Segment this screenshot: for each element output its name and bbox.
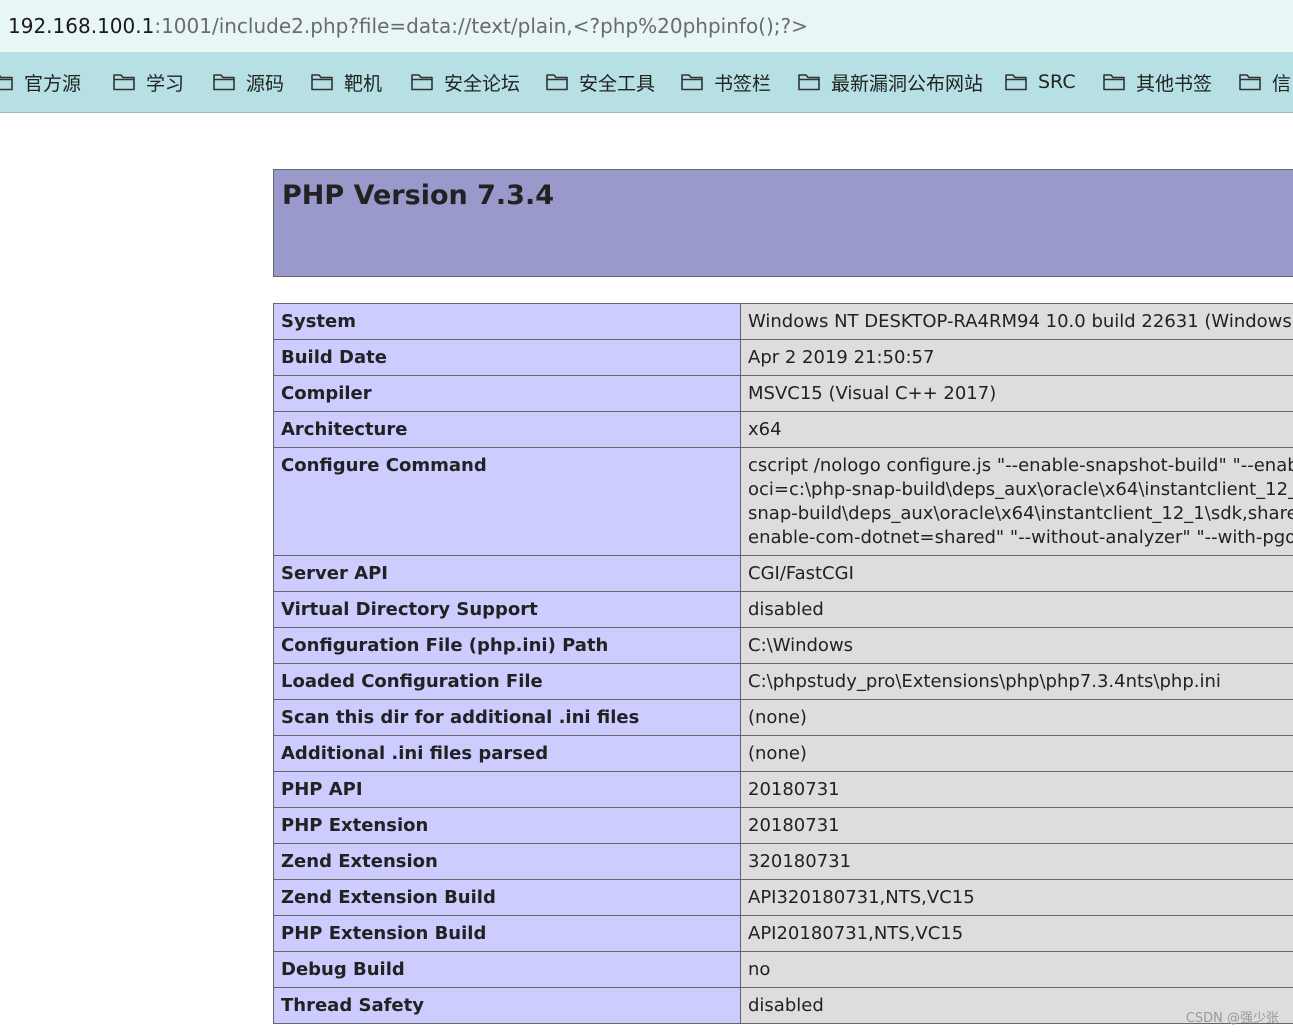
row-key: PHP Extension — [273, 807, 741, 844]
row-value-line: snap-build\deps_aux\oracle\x64\instantcl… — [748, 503, 1293, 524]
table-row: PHP API 20180731 — [273, 771, 1293, 808]
address-bar[interactable]: 192.168.100.1:1001/include2.php?file=dat… — [0, 0, 1293, 52]
bookmark-item[interactable]: 其他书签 — [1102, 52, 1212, 112]
row-key: Zend Extension Build — [273, 879, 741, 916]
folder-icon — [798, 74, 820, 91]
row-value: Windows NT DESKTOP-RA4RM94 10.0 build 22… — [740, 303, 1293, 340]
folder-icon — [681, 74, 703, 91]
folder-icon — [213, 74, 235, 91]
bookmark-item[interactable]: 官方源 — [0, 52, 81, 112]
bookmark-label: 安全工具 — [579, 72, 656, 95]
address-path: :1001/include2.php?file=data://text/plai… — [154, 14, 808, 38]
row-key: Thread Safety — [273, 987, 741, 1024]
phpinfo-header-container: PHP Version 7.3.4 — [273, 169, 1293, 277]
row-value: API20180731,NTS,VC15 — [740, 915, 1293, 952]
bookmark-label: 书签栏 — [714, 72, 772, 95]
row-value: C:\phpstudy_pro\Extensions\php\php7.3.4n… — [740, 663, 1293, 700]
row-key: Debug Build — [273, 951, 741, 988]
table-row: Virtual Directory Support disabled — [273, 591, 1293, 628]
row-key: Configure Command — [273, 447, 741, 556]
row-value: API320180731,NTS,VC15 — [740, 879, 1293, 916]
row-key: System — [273, 303, 741, 340]
bookmark-label: 源码 — [246, 72, 285, 95]
table-row: Scan this dir for additional .ini files(… — [273, 699, 1293, 736]
folder-icon — [546, 74, 568, 91]
bookmark-item[interactable]: SRC — [1004, 52, 1076, 112]
bookmark-label: 最新漏洞公布网站 — [831, 72, 984, 95]
bookmark-label: 学习 — [146, 72, 185, 95]
row-value: C:\Windows — [740, 627, 1293, 664]
table-row: System Windows NT DESKTOP-RA4RM94 10.0 bu… — [273, 303, 1293, 340]
bookmark-item[interactable]: 书签栏 — [680, 52, 771, 112]
table-row: Loaded Configuration File C:\phpstudy_pro… — [273, 663, 1293, 700]
row-value: (none) — [740, 699, 1293, 736]
row-value: MSVC15 (Visual C++ 2017) — [740, 375, 1293, 412]
table-row: Additional .ini files parsed (none) — [273, 735, 1293, 772]
bookmark-item[interactable]: 源码 — [212, 52, 284, 112]
row-key: PHP Extension Build — [273, 915, 741, 952]
bookmark-item[interactable]: 安全工具 — [545, 52, 655, 112]
row-value: (none) — [740, 735, 1293, 772]
row-key: Virtual Directory Support — [273, 591, 741, 628]
table-row: PHP Extension Build API20180731,NTS,VC15 — [273, 915, 1293, 952]
table-row: Thread Safety disabled — [273, 987, 1293, 1024]
watermark: CSDN @强少张 — [1185, 1011, 1279, 1026]
folder-icon — [1005, 74, 1027, 91]
bookmarks-bar: 官方源 学习 源码 靶机 安全论坛 安全工具 书签栏 最新漏洞公布网站 SRC 其他书签 信 — [0, 52, 1293, 113]
row-value-line: enable-com-dotnet=shared" "--without-ana… — [748, 527, 1293, 548]
table-row: Compiler MSVC15 (Visual C++ 2017) — [273, 375, 1293, 412]
bookmark-label: 信 — [1272, 72, 1292, 95]
folder-icon — [411, 74, 433, 91]
bookmark-item[interactable]: 学习 — [112, 52, 184, 112]
bookmark-item[interactable]: 最新漏洞公布网站 — [797, 52, 983, 112]
folder-icon — [311, 74, 333, 91]
row-key: PHP API — [273, 771, 741, 808]
table-row: Build Date Apr 2 2019 21:50:57 — [273, 339, 1293, 376]
row-key: Loaded Configuration File — [273, 663, 741, 700]
table-row: Zend Extension Build API320180731,NTS,VC1… — [273, 879, 1293, 916]
table-row: Debug Build no — [273, 951, 1293, 988]
folder-icon — [1103, 74, 1125, 91]
table-row: Server API CGI/FastCGI — [273, 555, 1293, 592]
row-value: Apr 2 2019 21:50:57 — [740, 339, 1293, 376]
php-version-title: PHP Version 7.3.4 — [282, 180, 554, 211]
row-value: x64 — [740, 411, 1293, 448]
bookmark-label: 安全论坛 — [444, 72, 521, 95]
row-key: Architecture — [273, 411, 741, 448]
row-key: Build Date — [273, 339, 741, 376]
row-value: CGI/FastCGI — [740, 555, 1293, 592]
table-row: Architecture x64 — [273, 411, 1293, 448]
bookmark-item[interactable]: 信 — [1238, 52, 1291, 112]
table-row: PHP Extension 20180731 — [273, 807, 1293, 844]
bookmark-label: 官方源 — [24, 72, 82, 95]
bookmark-item[interactable]: 靶机 — [310, 52, 382, 112]
row-value: 20180731 — [740, 807, 1293, 844]
address-host: 192.168.100.1 — [8, 14, 155, 38]
folder-icon — [113, 74, 135, 91]
bookmark-label: 靶机 — [344, 72, 383, 95]
row-key: Configuration File (php.ini) Path — [273, 627, 741, 664]
row-key: Scan this dir for additional .ini files — [273, 699, 741, 736]
row-value: 320180731 — [740, 843, 1293, 880]
row-key: Compiler — [273, 375, 741, 412]
phpinfo-table: System Windows NT DESKTOP-RA4RM94 10.0 bu… — [273, 303, 1293, 1024]
row-key: Additional .ini files parsed — [273, 735, 741, 772]
row-value: 20180731 — [740, 771, 1293, 808]
row-key: Zend Extension — [273, 843, 741, 880]
row-value-line: cscript /nologo configure.js "--enable-s… — [748, 455, 1293, 476]
bookmark-item[interactable]: 安全论坛 — [410, 52, 520, 112]
table-row: Configure Command cscript /nologo configu… — [273, 447, 1293, 556]
bookmark-label: 其他书签 — [1136, 72, 1213, 95]
row-value-line: oci=c:\php-snap-build\deps_aux\oracle\x6… — [748, 479, 1293, 500]
phpinfo-header: PHP Version 7.3.4 — [273, 169, 1293, 277]
row-value: disabled — [740, 591, 1293, 628]
table-row: Configuration File (php.ini) Path C:\Wind… — [273, 627, 1293, 664]
bookmark-label: SRC — [1038, 71, 1076, 93]
table-row: Zend Extension 320180731 — [273, 843, 1293, 880]
row-value: no — [740, 951, 1293, 988]
folder-icon — [0, 74, 13, 91]
row-key: Server API — [273, 555, 741, 592]
folder-icon — [1239, 74, 1261, 91]
row-value: cscript /nologo configure.js "--enable-s… — [740, 447, 1293, 556]
